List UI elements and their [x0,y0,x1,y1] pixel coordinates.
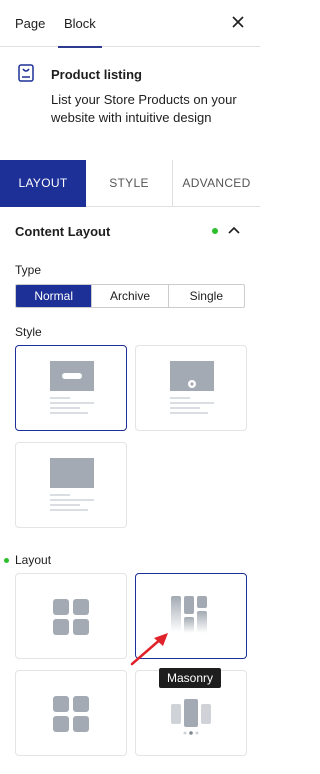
grid-layout-icon [53,599,89,635]
type-option-normal[interactable]: Normal [16,285,93,307]
type-label: Type [15,263,42,277]
tab-layout[interactable]: LAYOUT [0,160,86,207]
layout-option-list[interactable] [15,670,127,756]
block-description: List your Store Products on your website… [51,92,237,125]
chevron-up-icon[interactable] [228,225,240,235]
list-layout-icon [53,696,89,732]
style-preview-2 [170,361,214,414]
tab-advanced[interactable]: ADVANCED [173,160,260,207]
type-selector: Normal Archive Single [15,284,245,308]
tab-page[interactable]: Page [15,0,45,47]
type-option-single[interactable]: Single [169,285,244,307]
style-preview-1 [50,361,94,414]
style-option-1[interactable] [15,345,127,431]
modified-indicator [212,228,218,234]
close-icon[interactable] [230,14,246,30]
layout-modified-indicator [4,558,9,563]
tab-style[interactable]: STYLE [86,160,173,207]
layout-label: Layout [15,553,52,567]
content-layout-heading[interactable]: Content Layout [15,224,110,239]
panel-tabs: LAYOUT STYLE ADVANCED [0,160,260,207]
annotation-arrow-icon [130,633,168,666]
style-preview-3 [50,458,94,511]
style-option-2[interactable] [135,345,247,431]
product-listing-icon [18,64,34,82]
block-title: Product listing [51,67,142,82]
sidebar-tabs: Page Block [0,0,260,48]
masonry-tooltip: Masonry [159,668,222,688]
type-option-archive[interactable]: Archive [92,285,169,307]
tab-block[interactable]: Block [58,0,102,48]
style-option-3[interactable] [15,442,127,528]
layout-option-grid[interactable] [15,573,127,659]
style-label: Style [15,325,42,339]
